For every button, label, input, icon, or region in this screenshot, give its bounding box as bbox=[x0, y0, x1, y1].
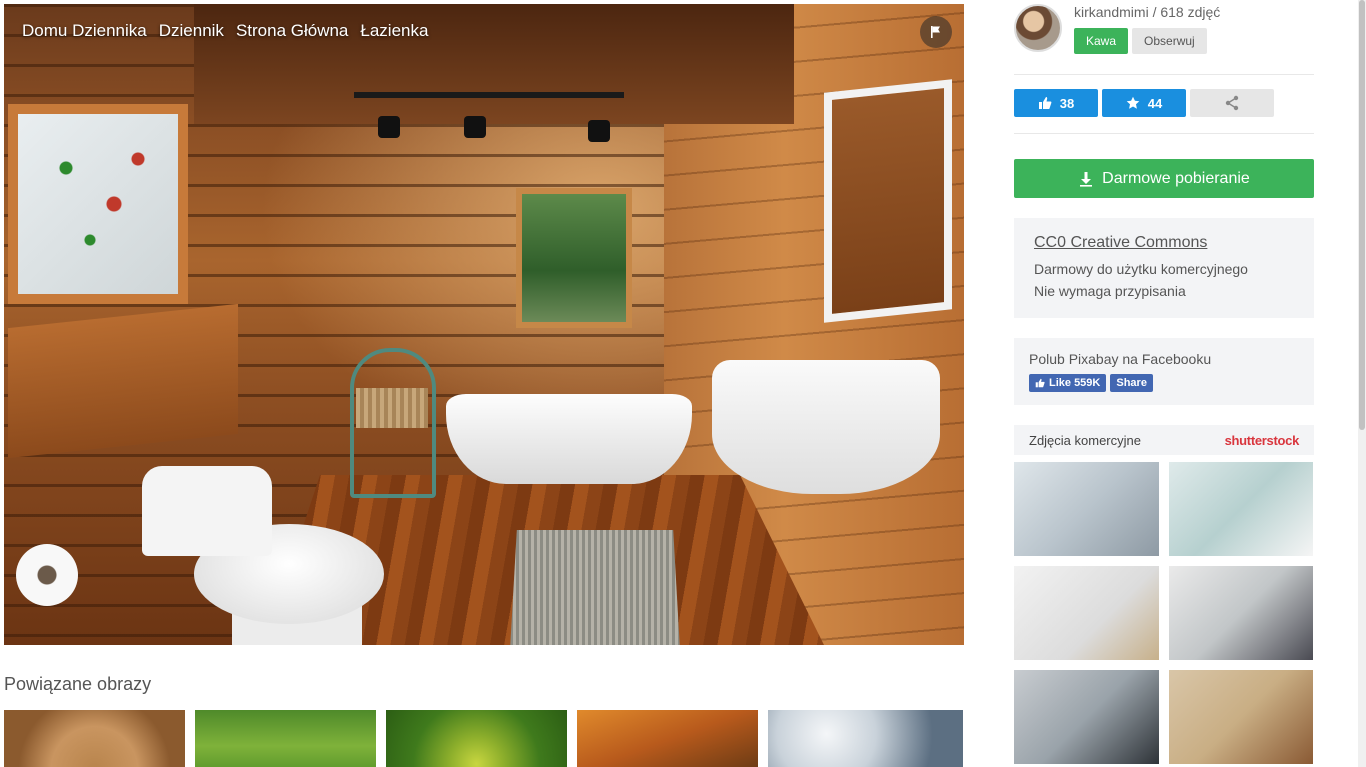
scrollbar[interactable] bbox=[1358, 0, 1366, 767]
commercial-thumbnail[interactable] bbox=[1014, 566, 1159, 660]
action-bar: 38 44 bbox=[1014, 89, 1274, 117]
photo-toilet-tank bbox=[142, 466, 272, 556]
author-buttons: Kawa Obserwuj bbox=[1074, 28, 1220, 54]
favorite-count: 44 bbox=[1147, 95, 1163, 111]
scrollbar-thumb[interactable] bbox=[1359, 0, 1365, 430]
photo-window-sill bbox=[8, 303, 238, 459]
photo-light-track bbox=[354, 92, 624, 98]
commercial-thumbnail[interactable] bbox=[1014, 462, 1159, 556]
photo-sink bbox=[712, 360, 940, 494]
commercial-thumbnail[interactable] bbox=[1169, 566, 1313, 660]
license-line: Nie wymaga przypisania bbox=[1034, 283, 1186, 299]
photo-toilet-paper bbox=[16, 544, 78, 606]
facebook-box: Polub Pixabay na Facebooku Like 559K Sha… bbox=[1014, 338, 1314, 405]
shutterstock-logo[interactable]: shutterstock bbox=[1225, 433, 1300, 448]
breadcrumb-link[interactable]: Dziennik bbox=[159, 21, 224, 41]
share-button[interactable] bbox=[1190, 89, 1274, 117]
thumbs-up-icon bbox=[1035, 378, 1045, 388]
photo-lamp bbox=[464, 116, 486, 138]
commercial-title: Zdjęcia komercyjne bbox=[1029, 432, 1141, 448]
related-thumbnail[interactable] bbox=[577, 710, 758, 767]
photo-lamp bbox=[588, 120, 610, 142]
facebook-buttons: Like 559K Share bbox=[1029, 374, 1299, 392]
breadcrumb: Domu Dziennika Dziennik Strona Główna Ła… bbox=[22, 21, 428, 41]
author-separator: / bbox=[1148, 4, 1161, 20]
related-title: Powiązane obrazy bbox=[4, 674, 152, 694]
facebook-like-label: Like 559K bbox=[1049, 377, 1101, 389]
report-button[interactable] bbox=[920, 16, 952, 48]
coffee-button[interactable]: Kawa bbox=[1074, 28, 1129, 54]
download-button[interactable]: Darmowe pobieranie bbox=[1014, 159, 1314, 198]
related-thumbnail[interactable] bbox=[386, 710, 567, 767]
photo-mirror bbox=[824, 79, 952, 323]
photo-lamp bbox=[378, 116, 400, 138]
star-icon bbox=[1126, 96, 1140, 109]
favorite-button[interactable]: 44 bbox=[1102, 89, 1186, 117]
photo-bathtub bbox=[446, 394, 692, 484]
main-photo[interactable]: Domu Dziennika Dziennik Strona Główna Ła… bbox=[4, 4, 964, 645]
author-line: kirkandmimi / 618 zdjęć bbox=[1074, 4, 1220, 20]
download-label: Darmowe pobieranie bbox=[1102, 169, 1250, 187]
related-images bbox=[4, 710, 963, 767]
like-count: 38 bbox=[1059, 95, 1075, 111]
flag-icon bbox=[931, 26, 940, 38]
breadcrumb-link[interactable]: Strona Główna bbox=[236, 21, 348, 41]
thumbs-up-icon bbox=[1038, 97, 1052, 109]
author-name-link[interactable]: kirkandmimi bbox=[1074, 4, 1149, 20]
breadcrumb-link[interactable]: Łazienka bbox=[360, 21, 428, 41]
divider bbox=[1014, 74, 1314, 75]
breadcrumb-link[interactable]: Domu Dziennika bbox=[22, 21, 147, 41]
license-box: CC0 Creative Commons Darmowy do użytku k… bbox=[1014, 218, 1314, 318]
photo-basket bbox=[356, 388, 428, 428]
page: Domu Dziennika Dziennik Strona Główna Ła… bbox=[0, 0, 1366, 767]
photo-stained-glass-window bbox=[8, 104, 188, 304]
like-button[interactable]: 38 bbox=[1014, 89, 1098, 117]
commercial-header: Zdjęcia komercyjne shutterstock bbox=[1014, 425, 1314, 455]
related-thumbnail[interactable] bbox=[195, 710, 376, 767]
commercial-grid bbox=[1014, 462, 1314, 764]
download-icon bbox=[1080, 171, 1093, 187]
related-thumbnail[interactable] bbox=[768, 710, 963, 767]
facebook-text: Polub Pixabay na Facebooku bbox=[1029, 351, 1212, 367]
commercial-thumbnail[interactable] bbox=[1014, 670, 1159, 764]
commercial-thumbnail[interactable] bbox=[1169, 670, 1313, 764]
share-icon bbox=[1225, 95, 1239, 111]
photo-back-window bbox=[516, 188, 632, 328]
photo-rug bbox=[510, 530, 680, 645]
related-thumbnail[interactable] bbox=[4, 710, 185, 767]
author-photo-count: 618 zdjęć bbox=[1160, 4, 1221, 20]
facebook-share-button[interactable]: Share bbox=[1110, 374, 1153, 392]
follow-button[interactable]: Obserwuj bbox=[1132, 28, 1207, 54]
avatar[interactable] bbox=[1014, 4, 1062, 52]
commercial-thumbnail[interactable] bbox=[1169, 462, 1313, 556]
author-info: kirkandmimi / 618 zdjęć Kawa Obserwuj bbox=[1074, 4, 1220, 54]
divider bbox=[1014, 133, 1314, 134]
author-block: kirkandmimi / 618 zdjęć Kawa Obserwuj bbox=[1014, 4, 1220, 54]
license-line: Darmowy do użytku komercyjnego bbox=[1034, 261, 1248, 277]
license-title-link[interactable]: CC0 Creative Commons bbox=[1034, 234, 1294, 252]
facebook-like-button[interactable]: Like 559K bbox=[1029, 374, 1107, 392]
